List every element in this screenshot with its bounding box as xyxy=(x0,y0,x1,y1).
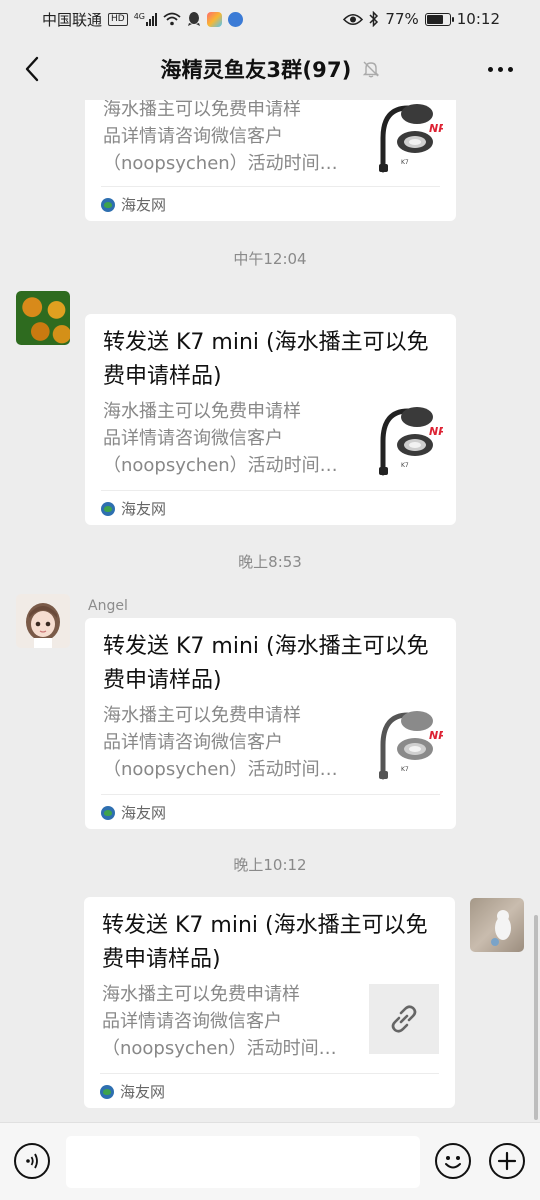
card-title: 转发送 K7 mini (海水播主可以免费申请样品) xyxy=(102,913,428,972)
card-source: 海友网 xyxy=(101,498,166,519)
source-label: 海友网 xyxy=(120,1083,166,1101)
source-label: 海友网 xyxy=(121,196,167,214)
desc-line: 品详情请咨询微信客户 xyxy=(103,732,283,753)
signal-icon: 4G xyxy=(133,12,158,26)
site-logo-icon xyxy=(101,197,115,212)
card-title: 转发送 K7 mini (海水播主可以免费申请样品) xyxy=(103,634,429,693)
svg-text:K7: K7 xyxy=(401,462,409,469)
link-icon xyxy=(391,1005,417,1033)
status-right: 77% 10:12 xyxy=(343,10,500,28)
network-label: 4G xyxy=(133,12,146,21)
bell-off-icon xyxy=(362,60,380,78)
carrier-label: 中国联通 xyxy=(42,10,103,29)
chevron-left-icon xyxy=(25,56,39,82)
status-bar: 中国联通 HD 4G 77% 10:12 xyxy=(0,0,540,38)
hd-badge: HD xyxy=(108,12,128,26)
svg-text:K7: K7 xyxy=(401,159,409,166)
emoji-icon xyxy=(445,1156,461,1169)
plus-button[interactable] xyxy=(489,1143,525,1179)
desc-line: 海水播主可以免费申请样 xyxy=(103,100,301,120)
svg-text:NP: NP xyxy=(429,425,443,438)
voice-button[interactable] xyxy=(14,1143,50,1179)
input-bar xyxy=(0,1122,540,1200)
desc-line: 品详情请咨询微信客户 xyxy=(103,428,283,449)
status-left: 中国联通 HD 4G xyxy=(42,9,244,30)
svg-text:NP: NP xyxy=(429,122,443,135)
card-title: 转发送 K7 mini (海水播主可以免费申请样品) xyxy=(103,330,429,389)
source-label: 海友网 xyxy=(121,500,167,518)
avatar[interactable] xyxy=(16,291,70,345)
card-divider xyxy=(100,1073,439,1074)
card-divider xyxy=(101,186,440,187)
card-source: 海友网 xyxy=(101,802,166,823)
battery-percent: 77% xyxy=(385,10,419,28)
avatar[interactable] xyxy=(16,594,70,648)
desc-line: 品详情请咨询微信客户 xyxy=(102,1011,282,1032)
avatar-illustration xyxy=(26,603,60,648)
eye-icon xyxy=(343,13,364,25)
card-description: 海水播主可以免费申请样 品详情请咨询微信客户 （noopsychen）活动时间… xyxy=(103,702,358,783)
product-thumbnail: NP K7 xyxy=(373,401,446,481)
desc-line: （noopsychen）活动时间… xyxy=(102,1038,337,1059)
card-source: 海友网 xyxy=(101,194,166,215)
wifi-icon xyxy=(163,12,181,26)
link-card[interactable]: 海水播主可以免费申请样 品详情请咨询微信客户 （noopsychen）活动时间…… xyxy=(85,100,456,221)
chat-header: 海精灵鱼友3群(97) xyxy=(0,38,540,100)
message-input[interactable] xyxy=(66,1136,420,1188)
site-logo-icon xyxy=(101,805,115,820)
site-logo-icon xyxy=(101,501,115,516)
timestamp: 中午12:04 xyxy=(233,250,307,268)
product-thumbnail: NP K7 xyxy=(373,705,446,785)
qq-icon xyxy=(188,11,201,26)
card-description: 海水播主可以免费申请样 品详情请咨询微信客户 （noopsychen）活动时间… xyxy=(103,398,358,479)
sender-name: Angel xyxy=(88,598,128,614)
plus-icon xyxy=(497,1151,517,1171)
timestamp: 晚上8:53 xyxy=(238,553,302,571)
timestamp: 晚上10:12 xyxy=(233,856,307,874)
svg-text:NP: NP xyxy=(429,729,443,742)
desc-line: 海水播主可以免费申请样 xyxy=(103,401,301,422)
voice-icon xyxy=(26,1153,38,1169)
link-thumbnail xyxy=(369,984,439,1054)
back-button[interactable] xyxy=(14,50,50,88)
desc-line: （noopsychen）活动时间… xyxy=(103,153,338,174)
card-description: 海水播主可以免费申请样 品详情请咨询微信客户 （noopsychen）活动时间… xyxy=(103,100,358,177)
battery-icon xyxy=(424,12,454,26)
chat-title: 海精灵鱼友3群(97) xyxy=(160,58,352,82)
source-label: 海友网 xyxy=(121,804,167,822)
desc-line: 海水播主可以免费申请样 xyxy=(103,705,301,726)
link-card[interactable]: 转发送 K7 mini (海水播主可以免费申请样品) 海水播主可以免费申请样 品… xyxy=(85,314,456,525)
product-thumbnail: NP K7 xyxy=(373,100,446,178)
card-divider xyxy=(101,490,440,491)
more-button[interactable] xyxy=(480,56,520,82)
svg-text:K7: K7 xyxy=(401,766,409,773)
desc-line: （noopsychen）活动时间… xyxy=(103,455,338,476)
app-icon xyxy=(207,11,223,27)
music-icon xyxy=(228,11,244,27)
card-description: 海水播主可以免费申请样 品详情请咨询微信客户 （noopsychen）活动时间… xyxy=(102,981,357,1062)
desc-line: 品详情请咨询微信客户 xyxy=(103,126,283,147)
avatar-photo xyxy=(491,910,511,946)
scrollbar[interactable] xyxy=(534,915,538,1120)
more-dots-icon xyxy=(487,66,493,72)
card-divider xyxy=(101,794,440,795)
avatar[interactable] xyxy=(470,898,524,952)
clock: 10:12 xyxy=(456,10,500,28)
emoji-button[interactable] xyxy=(435,1143,471,1179)
desc-line: 海水播主可以免费申请样 xyxy=(102,984,300,1005)
link-card[interactable]: 转发送 K7 mini (海水播主可以免费申请样品) 海水播主可以免费申请样 品… xyxy=(85,618,456,829)
card-source: 海友网 xyxy=(100,1081,165,1102)
link-card[interactable]: 转发送 K7 mini (海水播主可以免费申请样品) 海水播主可以免费申请样 品… xyxy=(84,897,455,1108)
desc-line: （noopsychen）活动时间… xyxy=(103,759,338,780)
chat-area[interactable]: 海水播主可以免费申请样 品详情请咨询微信客户 （noopsychen）活动时间…… xyxy=(0,100,540,1122)
site-logo-icon xyxy=(100,1084,114,1099)
bluetooth-icon xyxy=(369,11,379,27)
